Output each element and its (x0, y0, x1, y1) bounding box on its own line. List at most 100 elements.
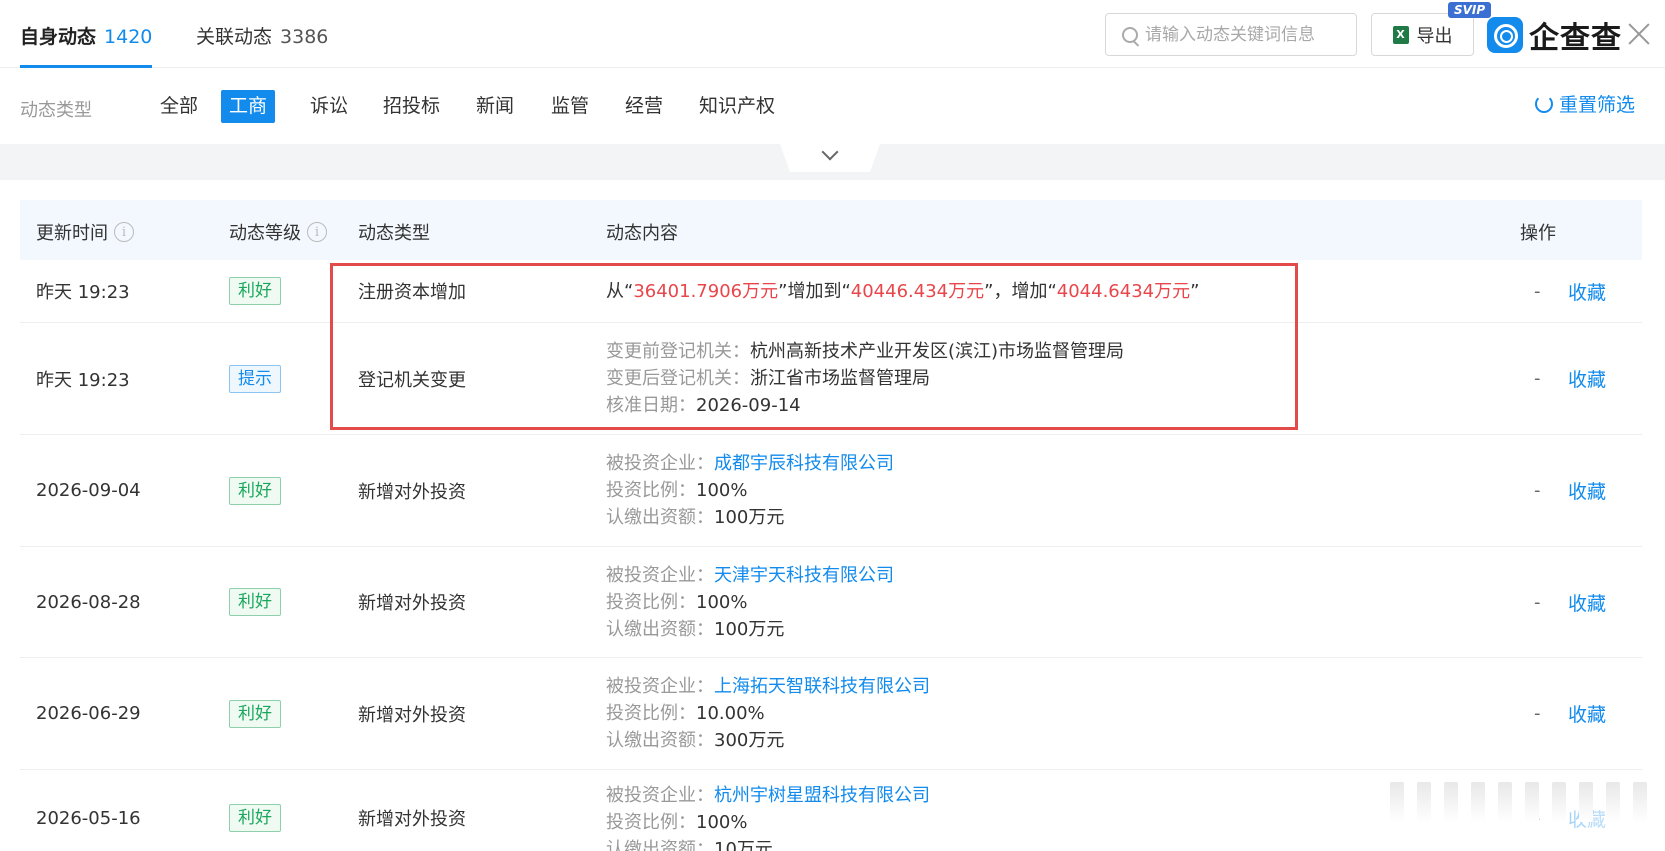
content-key: 被投资企业： (606, 676, 714, 697)
row-dash: - (1534, 280, 1541, 302)
row-type: 新增对外投资 (358, 593, 466, 614)
new-capital-value: 40446.434万元 (850, 280, 985, 302)
content-value: 100% (696, 812, 748, 833)
tab-self-label: 自身动态 (20, 26, 97, 48)
content-key: 投资比例： (606, 812, 696, 833)
old-capital-value: 36401.7906万元 (633, 280, 779, 302)
decorative-bars (1390, 782, 1647, 822)
level-badge: 利好 (229, 476, 281, 505)
row-type: 新增对外投资 (358, 809, 466, 830)
row-level: 利好 (229, 658, 281, 769)
row-type: 注册资本增加 (358, 282, 466, 303)
bar (1498, 782, 1512, 822)
capital-change-text: 从“36401.7906万元”增加到“40446.434万元”，增加“4044.… (606, 278, 1199, 305)
row-content: 被投资企业：上海拓天智联科技有限公司 投资比例：10.00% 认缴出资额：300… (606, 658, 930, 769)
filter-option-operation[interactable]: 经营 (617, 90, 671, 123)
favorite-link[interactable]: 收藏 (1568, 547, 1606, 657)
tab-related-count: 3386 (280, 26, 329, 48)
bar (1525, 782, 1539, 822)
level-badge: 提示 (229, 364, 281, 393)
qcc-logo-text: 企查查 (1529, 21, 1622, 56)
row-level: 利好 (229, 435, 281, 546)
content-key: 变更前登记机关： (606, 341, 750, 362)
capital-increase-value: 4044.6434万元 (1056, 280, 1191, 302)
favorite-link[interactable]: 收藏 (1568, 323, 1606, 434)
content-line: 被投资企业：成都宇辰科技有限公司 (606, 450, 894, 477)
close-icon[interactable] (1625, 20, 1653, 48)
favorite-link[interactable]: 收藏 (1568, 260, 1606, 322)
header-level: 动态等级 i (229, 219, 327, 245)
bar (1471, 782, 1485, 822)
content-line: 认缴出资额：100万元 (606, 616, 784, 643)
content-key: 投资比例： (606, 703, 696, 724)
level-badge: 利好 (229, 588, 281, 616)
content-value: 100% (696, 480, 748, 501)
content-key: 投资比例： (606, 591, 696, 613)
content-line: 投资比例：100% (606, 477, 747, 504)
content-key: 投资比例： (606, 480, 696, 501)
info-icon[interactable]: i (114, 222, 134, 242)
info-icon[interactable]: i (307, 222, 327, 242)
content-key: 被投资企业： (606, 785, 714, 806)
filter-option-business[interactable]: 工商 (221, 90, 276, 123)
row-type: 新增对外投资 (358, 704, 466, 726)
text-part: ”，增加“ (984, 280, 1057, 302)
text-part: ”增加到“ (778, 280, 851, 302)
qcc-logo-icon (1487, 17, 1523, 53)
reset-filter-button[interactable]: 重置筛选 (1535, 90, 1635, 117)
search-icon (1122, 26, 1138, 43)
filter-option-news[interactable]: 新闻 (468, 90, 522, 123)
content-key: 被投资企业： (606, 453, 714, 474)
content-line: 被投资企业：天津宇天科技有限公司 (606, 562, 894, 589)
tab-self-dynamics[interactable]: 自身动态 1420 (20, 22, 152, 68)
row-content: 变更前登记机关：杭州高新技术产业开发区(滨江)市场监督管理局 变更后登记机关：浙… (606, 323, 1124, 434)
company-link[interactable]: 上海拓天智联科技有限公司 (714, 676, 930, 697)
content-line: 认缴出资额：100万元 (606, 504, 784, 531)
filter-option-ip[interactable]: 知识产权 (691, 90, 783, 123)
content-value: 100万元 (714, 507, 785, 528)
search-box[interactable] (1105, 13, 1357, 56)
favorite-link[interactable]: 收藏 (1568, 435, 1606, 546)
header-content: 动态内容 (606, 223, 678, 244)
table-row: 昨天 19:23 提示 登记机关变更 变更前登记机关：杭州高新技术产业开发区(滨… (20, 323, 1642, 435)
content-line: 核准日期：2026-09-14 (606, 392, 801, 419)
content-value: 100% (696, 591, 748, 613)
excel-icon: X (1392, 25, 1409, 44)
content-value: 100万元 (714, 618, 785, 640)
bar (1606, 782, 1620, 822)
filter-option-litigation[interactable]: 诉讼 (302, 90, 356, 123)
filter-option-regulation[interactable]: 监管 (543, 90, 597, 123)
content-key: 认缴出资额： (606, 730, 714, 751)
table-row: 昨天 19:23 利好 注册资本增加 从“36401.7906万元”增加到“40… (20, 260, 1642, 323)
content-line: 认缴出资额：10万元 (606, 836, 773, 851)
refresh-icon (1535, 94, 1553, 113)
bar (1444, 782, 1458, 822)
tab-related-label: 关联动态 (196, 26, 273, 48)
row-time: 昨天 19:23 (36, 282, 130, 303)
filter-option-all[interactable]: 全部 (152, 90, 206, 123)
filter-label: 动态类型 (20, 100, 92, 121)
row-content: 从“36401.7906万元”增加到“40446.434万元”，增加“4044.… (606, 260, 1199, 322)
content-line: 投资比例：100% (606, 809, 747, 836)
table-header: 更新时间 i 动态等级 i 动态类型 动态内容 操作 (20, 200, 1642, 260)
row-time: 2026-05-16 (36, 807, 141, 829)
company-link[interactable]: 天津宇天科技有限公司 (714, 565, 894, 586)
level-badge: 利好 (229, 804, 281, 832)
text-part: ” (1190, 280, 1200, 302)
filter-option-bidding[interactable]: 招投标 (375, 90, 448, 123)
content-line: 被投资企业：上海拓天智联科技有限公司 (606, 673, 930, 700)
header-update-time: 更新时间 i (36, 219, 134, 245)
tab-related-dynamics[interactable]: 关联动态 3386 (196, 22, 328, 68)
row-type: 登记机关变更 (358, 369, 466, 391)
row-dash: - (1534, 368, 1541, 389)
content-line: 被投资企业：杭州宇树星盟科技有限公司 (606, 782, 930, 809)
favorite-link[interactable]: 收藏 (1568, 658, 1606, 769)
company-link[interactable]: 杭州宇树星盟科技有限公司 (714, 785, 930, 806)
export-label: 导出 (1416, 25, 1453, 47)
table-row: 2026-09-04 利好 新增对外投资 被投资企业：成都宇辰科技有限公司 投资… (20, 435, 1642, 547)
row-dash: - (1534, 703, 1541, 724)
company-link[interactable]: 成都宇辰科技有限公司 (714, 453, 894, 474)
search-input[interactable] (1145, 24, 1350, 45)
export-button[interactable]: X 导出 (1371, 13, 1474, 56)
row-dash: - (1534, 591, 1541, 613)
